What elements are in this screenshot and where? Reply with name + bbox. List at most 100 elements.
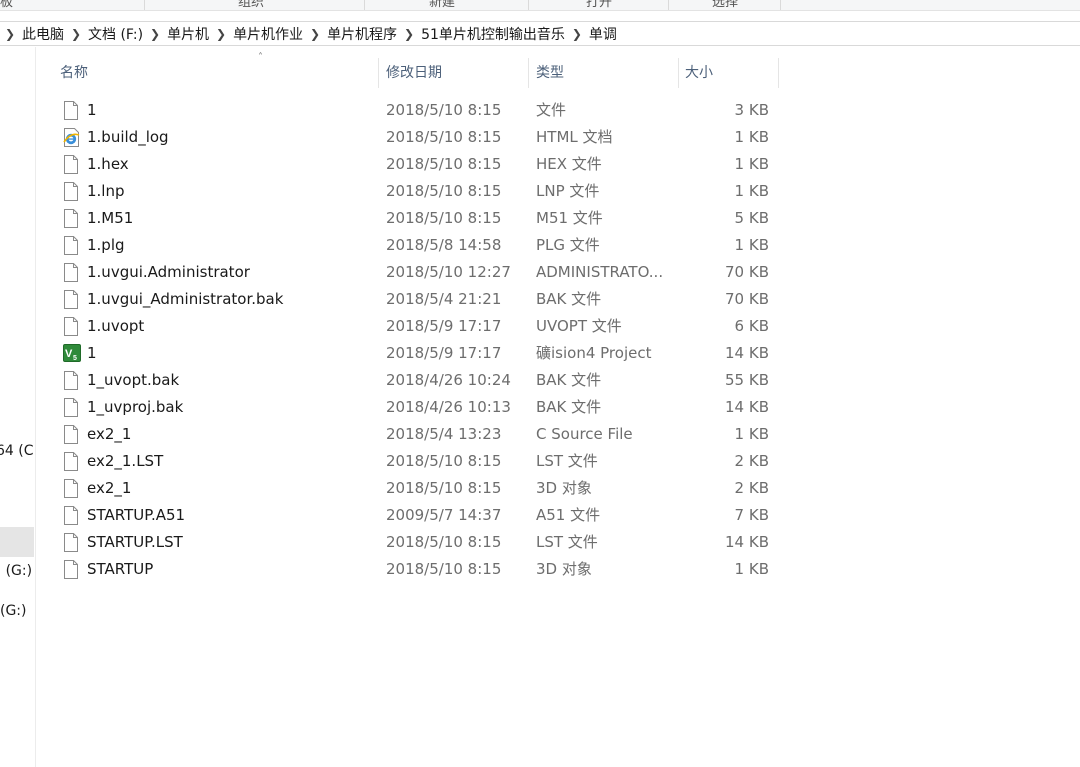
file-name: 1.lnp — [87, 182, 125, 200]
file-name: 1.uvgui.Administrator — [87, 263, 250, 281]
file-row[interactable]: 1.uvopt 2018/5/9 17:17 UVOPT 文件 6 KB — [50, 313, 780, 340]
breadcrumb-item-current-folder[interactable]: 单调 — [587, 24, 619, 44]
file-date-modified: 2018/5/9 17:17 — [386, 317, 502, 335]
file-date-modified: 2018/5/4 13:23 — [386, 425, 502, 443]
breadcrumb-item-mcu-homework[interactable]: 单片机作业 — [231, 24, 305, 44]
chevron-right-icon[interactable]: ❯ — [399, 27, 419, 41]
file-type: 3D 对象 — [536, 479, 592, 497]
file-name: 1 — [87, 344, 97, 362]
keil-project-icon: V5 — [63, 344, 81, 363]
file-date-modified: 2018/5/10 8:15 — [386, 128, 502, 146]
file-type: 3D 对象 — [536, 560, 592, 578]
file-icon — [63, 155, 79, 174]
file-icon — [63, 425, 79, 444]
column-header-name[interactable]: 名称 — [50, 58, 378, 88]
file-row[interactable]: ex2_1 2018/5/10 8:15 3D 对象 2 KB — [50, 475, 780, 502]
file-size: 1 KB — [734, 425, 769, 443]
file-size: 3 KB — [734, 101, 769, 119]
file-type: M51 文件 — [536, 209, 603, 227]
breadcrumb-item-music-output[interactable]: 51单片机控制输出音乐 — [419, 24, 567, 44]
nav-item-drive-g-2[interactable]: (G:) — [0, 603, 27, 619]
breadcrumb-item-mcu-programs[interactable]: 单片机程序 — [325, 24, 399, 44]
file-type: 文件 — [536, 101, 567, 119]
file-icon — [63, 452, 79, 471]
file-row[interactable]: 1 2018/5/10 8:15 文件 3 KB — [50, 97, 780, 124]
file-name: 1.uvgui_Administrator.bak — [87, 290, 284, 308]
file-row[interactable]: 1_uvopt.bak 2018/4/26 10:24 BAK 文件 55 KB — [50, 367, 780, 394]
file-date-modified: 2018/5/8 14:58 — [386, 236, 502, 254]
column-header-size[interactable]: 大小 — [675, 58, 775, 88]
file-type: LNP 文件 — [536, 182, 600, 200]
column-divider[interactable] — [778, 58, 779, 88]
file-date-modified: 2018/5/4 21:21 — [386, 290, 502, 308]
file-type: PLG 文件 — [536, 236, 600, 254]
file-size: 14 KB — [725, 398, 769, 416]
file-icon — [63, 479, 79, 498]
nav-item-drive-c[interactable]: 64 (C: — [0, 443, 35, 459]
file-icon — [63, 317, 79, 336]
file-icon — [63, 371, 79, 390]
file-date-modified: 2018/5/10 8:15 — [386, 452, 502, 470]
file-icon — [63, 263, 79, 282]
file-type: A51 文件 — [536, 506, 601, 524]
chevron-right-icon[interactable]: ❯ — [305, 27, 325, 41]
svg-text:V: V — [65, 348, 73, 360]
breadcrumb-item-mcu[interactable]: 单片机 — [165, 24, 211, 44]
ribbon-group-label: 板 — [0, 0, 14, 10]
file-row[interactable]: STARTUP 2018/5/10 8:15 3D 对象 1 KB — [50, 556, 780, 583]
file-icon — [63, 236, 79, 255]
nav-item-selected[interactable] — [0, 527, 34, 557]
file-type: C Source File — [536, 425, 633, 443]
column-header-date[interactable]: 修改日期 — [376, 58, 526, 88]
file-row[interactable]: 1.hex 2018/5/10 8:15 HEX 文件 1 KB — [50, 151, 780, 178]
chevron-right-icon[interactable]: ❯ — [0, 27, 20, 41]
file-row[interactable]: ex2_1.LST 2018/5/10 8:15 LST 文件 2 KB — [50, 448, 780, 475]
breadcrumb-item-this-pc[interactable]: 此电脑 — [20, 24, 66, 44]
file-row[interactable]: 1.lnp 2018/5/10 8:15 LNP 文件 1 KB — [50, 178, 780, 205]
file-date-modified: 2009/5/7 14:37 — [386, 506, 502, 524]
file-type: LST 文件 — [536, 533, 598, 551]
ribbon-group-label: 打开 — [586, 0, 613, 10]
file-size: 14 KB — [725, 344, 769, 362]
file-icon — [63, 182, 79, 201]
file-row[interactable]: 1.plg 2018/5/8 14:58 PLG 文件 1 KB — [50, 232, 780, 259]
file-type: BAK 文件 — [536, 398, 602, 416]
address-bar[interactable]: ❯ 此电脑 ❯ 文档 (F:) ❯ 单片机 ❯ 单片机作业 ❯ 单片机程序 ❯ … — [0, 21, 1080, 46]
file-size: 14 KB — [725, 533, 769, 551]
nav-item-drive-g[interactable]: I (G:) — [0, 563, 32, 579]
file-size: 2 KB — [734, 479, 769, 497]
chevron-right-icon[interactable]: ❯ — [145, 27, 165, 41]
file-row[interactable]: 1.M51 2018/5/10 8:15 M51 文件 5 KB — [50, 205, 780, 232]
file-name: STARTUP.LST — [87, 533, 183, 551]
breadcrumb-item-drive-f[interactable]: 文档 (F:) — [86, 24, 145, 44]
file-icon — [63, 101, 79, 120]
svg-text:5: 5 — [73, 355, 77, 362]
file-date-modified: 2018/5/10 12:27 — [386, 263, 511, 281]
file-name: ex2_1 — [87, 479, 132, 497]
file-date-modified: 2018/5/10 8:15 — [386, 533, 502, 551]
file-type: BAK 文件 — [536, 290, 602, 308]
file-date-modified: 2018/5/10 8:15 — [386, 479, 502, 497]
file-row[interactable]: STARTUP.LST 2018/5/10 8:15 LST 文件 14 KB — [50, 529, 780, 556]
file-row[interactable]: STARTUP.A51 2009/5/7 14:37 A51 文件 7 KB — [50, 502, 780, 529]
ribbon-group-labels: 板 组织 新建 打开 选择 — [0, 0, 1080, 11]
file-row[interactable]: 1.build_log 2018/5/10 8:15 HTML 文档 1 KB — [50, 124, 780, 151]
chevron-right-icon[interactable]: ❯ — [66, 27, 86, 41]
file-type: UVOPT 文件 — [536, 317, 622, 335]
chevron-right-icon[interactable]: ❯ — [567, 27, 587, 41]
file-row[interactable]: V 5 1 2018/5/9 17:17 礦ision4 Project 14 KB — [50, 340, 780, 367]
file-row[interactable]: 1.uvgui_Administrator.bak 2018/5/4 21:21 B… — [50, 286, 780, 313]
file-name: ex2_1 — [87, 425, 132, 443]
file-size: 2 KB — [734, 452, 769, 470]
file-icon — [63, 209, 79, 228]
file-date-modified: 2018/5/10 8:15 — [386, 101, 502, 119]
navigation-pane[interactable]: 64 (C: I (G:) (G:) — [0, 47, 36, 767]
chevron-right-icon[interactable]: ❯ — [211, 27, 231, 41]
ribbon-divider — [364, 0, 365, 10]
ribbon-group-label: 选择 — [712, 0, 739, 10]
file-row[interactable]: 1.uvgui.Administrator 2018/5/10 12:27 ADMI… — [50, 259, 780, 286]
file-row[interactable]: ex2_1 2018/5/4 13:23 C Source File 1 KB — [50, 421, 780, 448]
column-header-type[interactable]: 类型 — [526, 58, 676, 88]
file-row[interactable]: 1_uvproj.bak 2018/4/26 10:13 BAK 文件 14 KB — [50, 394, 780, 421]
ribbon-divider — [668, 0, 669, 10]
